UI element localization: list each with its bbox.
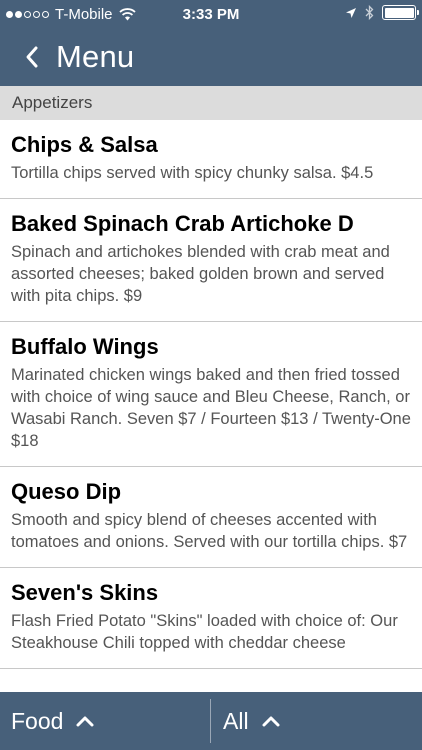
location-arrow-icon: [346, 7, 356, 18]
chevron-left-icon: [26, 46, 38, 68]
header: T-Mobile 3:33 PM Menu: [0, 0, 422, 86]
menu-item[interactable]: Chips & Salsa Tortilla chips served with …: [0, 120, 422, 199]
menu-item-description: Flash Fried Potato "Skins" loaded with c…: [11, 612, 398, 652]
back-button[interactable]: Menu: [20, 36, 134, 78]
battery-icon: [382, 5, 419, 20]
filter-selector-button[interactable]: All: [211, 692, 422, 750]
chevron-up-icon: [262, 716, 280, 727]
menu-item-name: Chips & Salsa: [11, 132, 158, 157]
section-header: Appetizers: [0, 86, 422, 120]
filter-label: All: [223, 707, 249, 734]
nav-bar: Menu: [0, 30, 422, 86]
bluetooth-icon: [365, 5, 374, 20]
menu-list[interactable]: Chips & Salsa Tortilla chips served with …: [0, 120, 422, 692]
menu-item-description: Smooth and spicy blend of cheeses accent…: [11, 511, 408, 551]
menu-item-name: Baked Spinach Crab Artichoke D: [11, 211, 354, 236]
menu-item[interactable]: Seven's Skins Flash Fried Potato "Skins" …: [0, 568, 422, 669]
status-bar: T-Mobile 3:33 PM: [0, 0, 422, 30]
menu-item-name: Buffalo Wings: [11, 334, 159, 359]
nav-title: Menu: [56, 39, 135, 74]
menu-item-description: Marinated chicken wings baked and then f…: [11, 366, 411, 450]
menu-item-description: Tortilla chips served with spicy chunky …: [11, 164, 374, 182]
chevron-up-icon: [76, 716, 94, 727]
status-icons: [345, 5, 419, 20]
menu-item-description: Spinach and artichokes blended with crab…: [11, 243, 390, 305]
menu-item[interactable]: Buffalo Wings Marinated chicken wings bak…: [0, 322, 422, 467]
menu-item-name: Queso Dip: [11, 479, 122, 504]
category-label: Food: [11, 707, 64, 734]
menu-item[interactable]: Baked Spinach Crab Artichoke D Spinach an…: [0, 199, 422, 322]
bottom-toolbar: Food All: [0, 692, 422, 750]
menu-item[interactable]: Queso Dip Smooth and spicy blend of chees…: [0, 467, 422, 568]
category-selector-button[interactable]: Food: [0, 692, 210, 750]
menu-item-name: Seven's Skins: [11, 580, 159, 605]
